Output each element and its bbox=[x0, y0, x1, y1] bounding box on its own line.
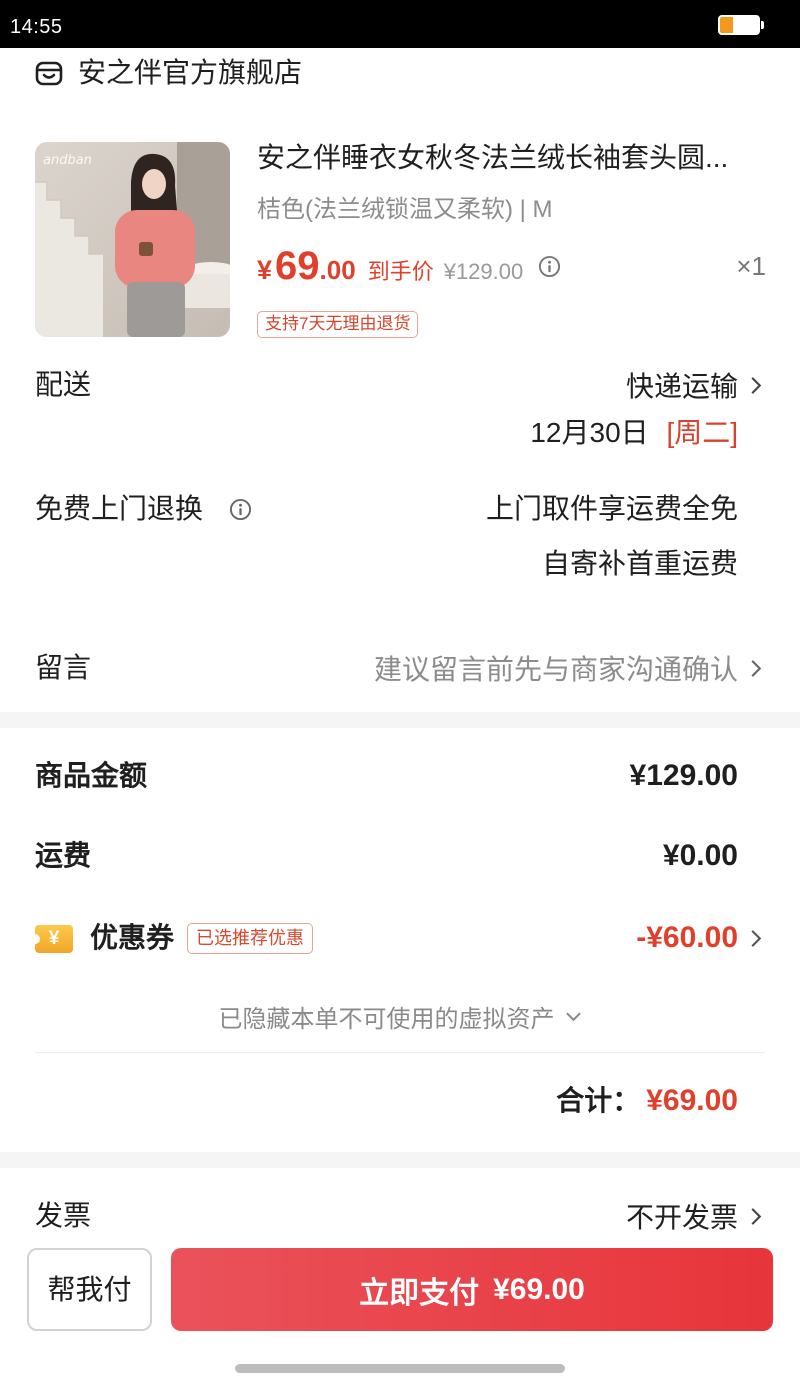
coupon-value: -¥60.00 bbox=[636, 921, 738, 954]
pay-now-amount: ¥69.00 bbox=[493, 1272, 585, 1306]
battery-icon bbox=[718, 15, 760, 35]
brand-watermark: andban bbox=[43, 153, 92, 168]
product-spec[interactable]: 桔色(法兰绒锁温又柔软) | M bbox=[257, 192, 553, 228]
goods-amount-label: 商品金额 bbox=[35, 760, 148, 791]
hidden-assets-toggle[interactable]: 已隐藏本单不可使用的虚拟资产 bbox=[0, 996, 800, 1036]
info-icon-dot bbox=[548, 260, 552, 264]
coupon-icon bbox=[30, 925, 73, 953]
section-gap bbox=[0, 712, 800, 728]
section-gap bbox=[0, 1152, 800, 1168]
model-face bbox=[142, 169, 166, 199]
chevron-right-icon bbox=[751, 376, 762, 394]
battery-level-fill bbox=[720, 17, 734, 33]
store-icon-body bbox=[35, 61, 63, 86]
price-info-icon[interactable] bbox=[538, 255, 561, 278]
home-return-info-icon[interactable] bbox=[229, 498, 252, 521]
status-time: 14:55 bbox=[10, 16, 63, 38]
info-icon-dot bbox=[239, 503, 242, 507]
message-placeholder: 建议留言前先与商家沟通确认 bbox=[373, 654, 738, 685]
price-row: ¥ 69 .00 到手价 ¥129.00 bbox=[257, 236, 561, 296]
total-label: 合计： bbox=[556, 1085, 641, 1116]
home-return-line2: 自寄补首重运费 bbox=[541, 548, 738, 579]
coupon-recommended-badge: 已选推荐优惠 bbox=[187, 923, 313, 954]
chevron-stroke bbox=[751, 1207, 762, 1225]
store-name[interactable]: 安之伴官方旗舰店 bbox=[78, 53, 302, 93]
delivery-method-selector[interactable]: 快递运输 bbox=[626, 365, 762, 405]
invoice-label: 发票 bbox=[35, 1200, 92, 1231]
delivery-method: 快递运输 bbox=[625, 371, 738, 402]
invoice-value: 不开发票 bbox=[625, 1202, 738, 1233]
message-label: 留言 bbox=[35, 652, 92, 683]
chevron-right-icon bbox=[751, 659, 762, 677]
delivery-date: 12月30日 [周二] bbox=[530, 413, 738, 453]
info-icon-stem bbox=[239, 508, 242, 516]
delivery-weekday: [周二] bbox=[666, 417, 738, 448]
status-bar bbox=[0, 0, 800, 48]
model-mug bbox=[139, 242, 153, 256]
return-policy-badge: 支持7天无理由退货 bbox=[257, 311, 419, 338]
price-integer: 69 bbox=[275, 244, 320, 288]
delivery-label: 配送 bbox=[35, 369, 92, 400]
help-pay-button[interactable]: 帮我付 bbox=[27, 1248, 152, 1331]
quantity: ×1 bbox=[736, 251, 766, 281]
hidden-assets-note: 已隐藏本单不可使用的虚拟资产 bbox=[218, 1005, 555, 1033]
product-title[interactable]: 安之伴睡衣女秋冬法兰绒长袖套头圆... bbox=[257, 138, 769, 178]
product-photo: andban bbox=[35, 142, 230, 337]
model-pajama-pants bbox=[127, 282, 185, 337]
home-indicator[interactable] bbox=[235, 1364, 565, 1373]
chevron-down-icon bbox=[565, 1011, 581, 1021]
total-value: ¥69.00 bbox=[646, 1084, 738, 1117]
info-icon-stem bbox=[548, 264, 551, 272]
order-total: 合计： ¥69.00 bbox=[556, 1080, 738, 1122]
chevron-stroke bbox=[751, 376, 762, 394]
chevron-right-icon bbox=[751, 929, 762, 947]
invoice-selector[interactable]: 不开发票 bbox=[626, 1196, 762, 1236]
store-icon-smile bbox=[42, 73, 56, 79]
shipping-value: ¥0.00 bbox=[662, 839, 738, 872]
chevron-stroke bbox=[751, 929, 762, 947]
model-pajama-top bbox=[115, 210, 195, 288]
final-price-label: 到手价 bbox=[367, 259, 434, 284]
home-return-line1: 上门取件享运费全免 bbox=[485, 493, 738, 524]
coupon-selector[interactable]: -¥60.00 bbox=[636, 918, 762, 958]
message-input[interactable]: 建议留言前先与商家沟通确认 bbox=[374, 648, 762, 688]
battery-nub bbox=[761, 21, 764, 29]
pay-now-button[interactable]: 立即支付 ¥69.00 bbox=[171, 1248, 773, 1331]
delivery-date-text: 12月30日 bbox=[530, 417, 649, 448]
store-icon[interactable] bbox=[35, 59, 63, 87]
chevron-stroke bbox=[565, 1011, 581, 1021]
product-image[interactable]: andban bbox=[35, 142, 230, 337]
coupon-label: 优惠券 bbox=[90, 922, 175, 953]
goods-amount-value: ¥129.00 bbox=[629, 759, 738, 792]
home-return-label: 免费上门退换 bbox=[35, 493, 204, 524]
price-currency: ¥ bbox=[257, 255, 273, 285]
pay-now-label: 立即支付 bbox=[359, 1276, 480, 1310]
chevron-right-icon bbox=[751, 1207, 762, 1225]
original-price: ¥129.00 bbox=[443, 259, 524, 284]
shipping-label: 运费 bbox=[35, 840, 92, 871]
price-decimal: .00 bbox=[319, 255, 356, 285]
divider bbox=[35, 1052, 765, 1053]
chevron-stroke bbox=[751, 659, 762, 677]
